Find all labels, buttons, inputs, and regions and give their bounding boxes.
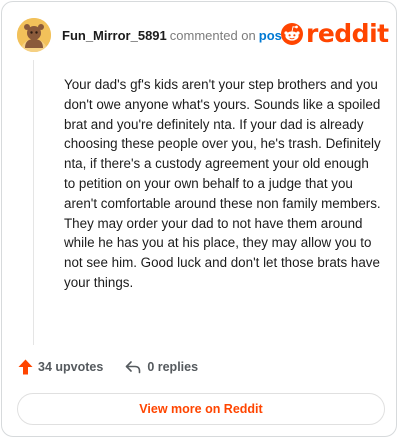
comment-card: Fun_Mirror_5891 commented on post reddit Y… (1, 1, 397, 437)
username[interactable]: Fun_Mirror_5891 (62, 28, 167, 43)
reply-button[interactable]: 0 replies (125, 360, 198, 374)
comment-header: Fun_Mirror_5891 commented on post (62, 28, 286, 44)
upvote-count: 34 upvotes (38, 360, 104, 374)
user-avatar[interactable] (17, 18, 51, 52)
commented-label: commented on (169, 28, 256, 43)
reply-count: 0 replies (147, 360, 199, 374)
upvote-arrow-icon (18, 359, 33, 375)
comment-body: Your dad's gf's kids aren't your step br… (64, 77, 381, 290)
comment-actions: 34 upvotes 0 replies (18, 359, 198, 375)
reddit-snoo-icon (281, 23, 303, 45)
upvote-button[interactable]: 34 upvotes (18, 359, 103, 375)
reply-arrow-icon (126, 361, 141, 374)
reddit-logo[interactable]: reddit (281, 20, 389, 48)
thread-line (33, 60, 34, 345)
avatar-icon (17, 18, 51, 52)
reddit-wordmark: reddit (306, 19, 389, 48)
view-more-button[interactable]: View more on Reddit (17, 393, 385, 425)
